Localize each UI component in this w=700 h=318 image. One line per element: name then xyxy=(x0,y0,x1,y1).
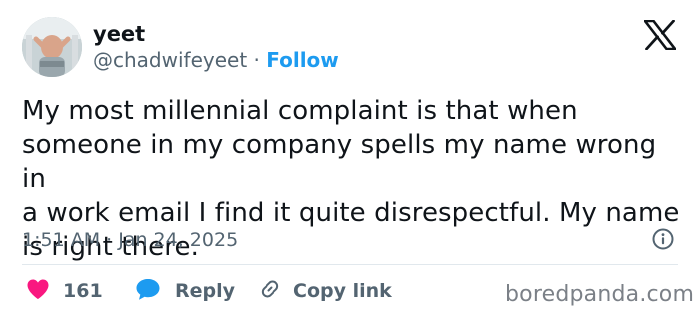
speech-bubble-icon xyxy=(135,277,161,305)
info-icon[interactable] xyxy=(652,228,674,250)
copy-link-label: Copy link xyxy=(293,280,392,302)
author-handle-row: @chadwifeyeet · Follow xyxy=(93,47,339,73)
tweet-card: yeet @chadwifeyeet · Follow My most mill… xyxy=(0,0,700,318)
like-count: 161 xyxy=(63,280,103,302)
avatar[interactable] xyxy=(22,17,82,77)
heart-icon xyxy=(26,278,50,304)
copy-link-button[interactable]: Copy link xyxy=(258,277,392,305)
handle-separator: · xyxy=(253,48,260,72)
author-name[interactable]: yeet xyxy=(93,22,145,46)
watermark: boredpanda.com xyxy=(505,282,695,307)
follow-button[interactable]: Follow xyxy=(266,48,339,72)
link-icon xyxy=(258,277,282,305)
divider xyxy=(22,264,678,265)
like-button[interactable]: 161 xyxy=(26,277,103,305)
reply-button[interactable]: Reply xyxy=(135,277,235,305)
x-logo-icon[interactable] xyxy=(643,19,677,51)
author-handle[interactable]: @chadwifeyeet xyxy=(93,48,247,72)
tweet-timestamp[interactable]: 1:51 AM · Jan 24, 2025 xyxy=(22,228,238,252)
reply-label: Reply xyxy=(175,280,236,302)
